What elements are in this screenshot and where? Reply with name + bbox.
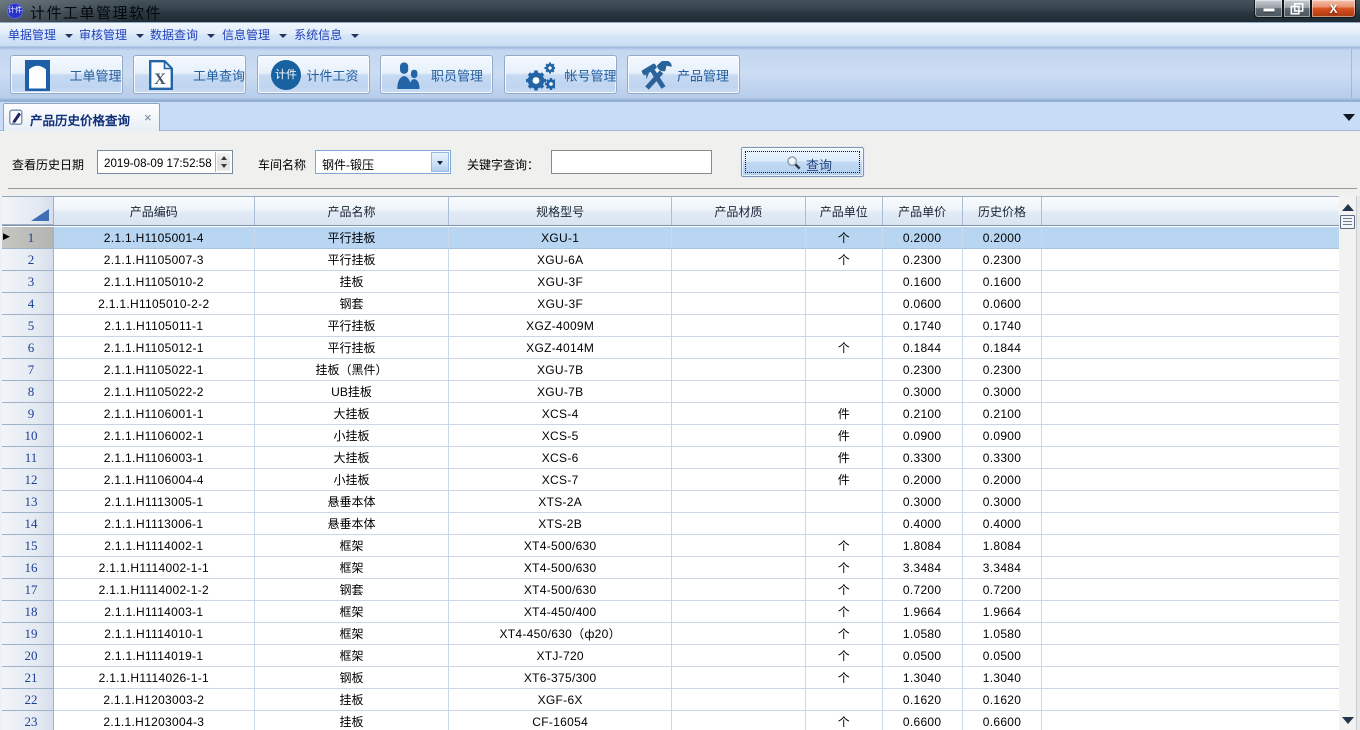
svg-text:X: X: [154, 71, 166, 88]
